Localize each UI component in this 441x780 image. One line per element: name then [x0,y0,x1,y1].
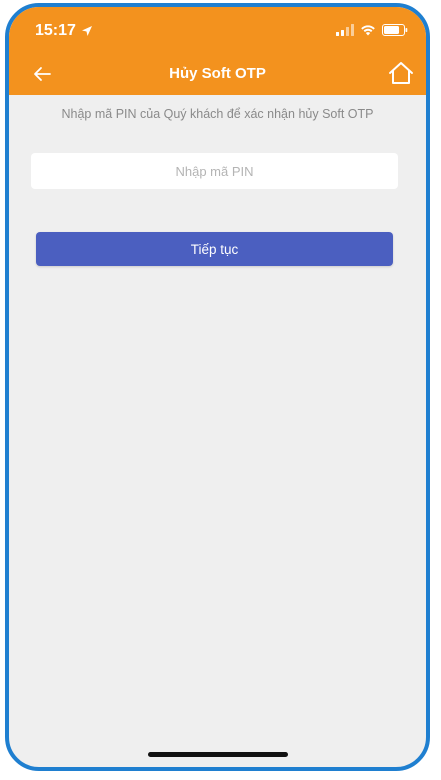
status-bar: 15:17 [9,7,426,53]
battery-icon [382,24,408,36]
signal-icon [336,24,354,36]
pin-instruction-text: Nhập mã PIN của Quý khách để xác nhận hủ… [61,107,374,121]
main-content: Nhập mã PIN của Quý khách để xác nhận hủ… [9,95,426,767]
home-icon [389,62,413,84]
wifi-icon [361,25,375,36]
continue-button[interactable]: Tiếp tục [36,232,393,266]
page-title: Hủy Soft OTP [169,65,266,82]
home-indicator-bar [147,752,288,757]
status-time: 15:17 [35,22,76,39]
pin-input[interactable] [31,153,398,189]
nav-bar: Hủy Soft OTP [9,53,426,95]
home-button[interactable] [386,58,416,88]
phone-frame: 15:17 Hủy Soft OTP Nhập mã PIN của Quý k… [5,3,430,771]
screenshot-canvas: 15:17 Hủy Soft OTP Nhập mã PIN của Quý k… [0,0,441,780]
location-arrow-icon [81,26,92,36]
status-indicators [336,24,408,36]
status-time-group: 15:17 [35,22,93,40]
